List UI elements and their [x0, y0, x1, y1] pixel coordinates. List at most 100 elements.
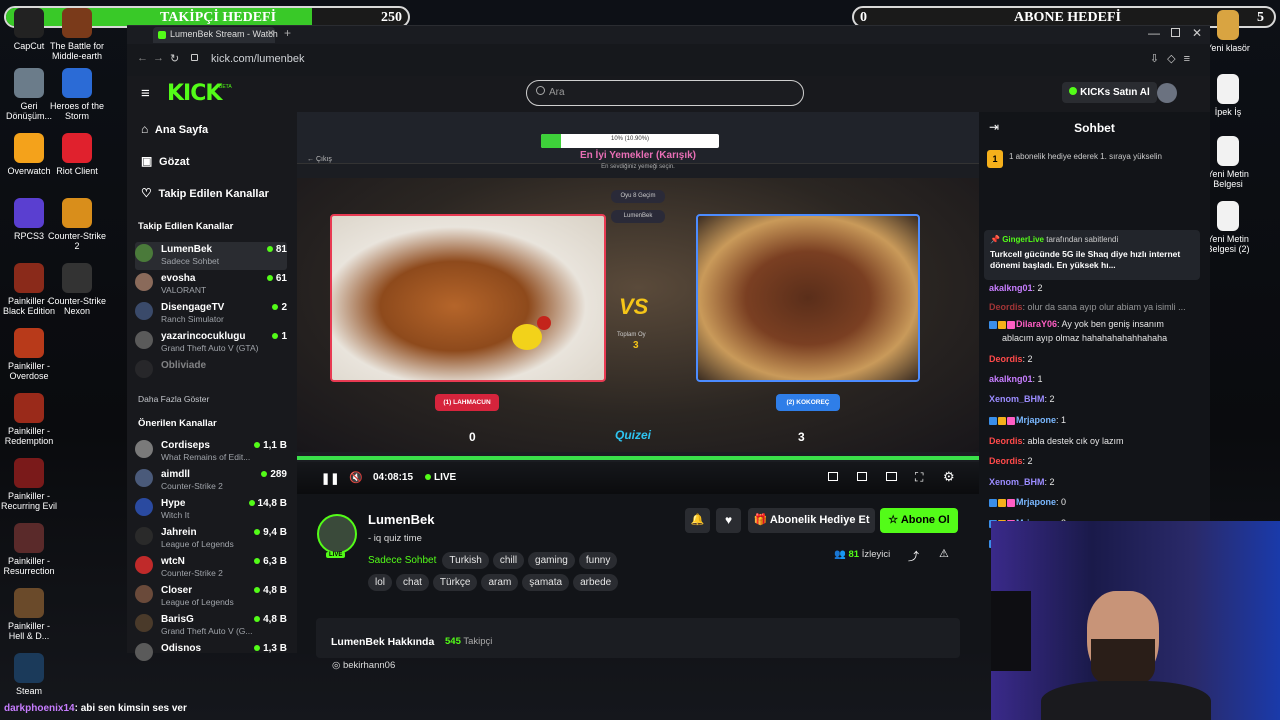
- chat-username[interactable]: akalkng01: [989, 374, 1033, 384]
- pip-icon[interactable]: [828, 472, 838, 481]
- maximize-icon[interactable]: [1171, 28, 1180, 37]
- sidebar-channel[interactable]: wtcN Counter-Strike 2 6,3 B: [135, 554, 287, 582]
- channel-avatar[interactable]: [317, 514, 357, 554]
- tag-chip[interactable]: aram: [481, 574, 519, 591]
- tag-chip[interactable]: Turkish: [442, 552, 489, 569]
- settings-icon[interactable]: ⚙: [943, 469, 955, 485]
- nav-browse[interactable]: ▣ Gözat: [141, 154, 190, 168]
- chat-message[interactable]: DilaraY06: Ay yok ben geniş insanım: [989, 319, 1164, 329]
- option-left-image[interactable]: [330, 214, 606, 382]
- desktop-icon[interactable]: Painkiller - Overdose: [0, 328, 74, 381]
- pinned-message[interactable]: 📌 GingerLive tarafından sabitlendi Turkc…: [984, 230, 1200, 280]
- desktop-icon[interactable]: Riot Client: [32, 133, 122, 176]
- sidebar-channel[interactable]: Jahrein League of Legends 9,4 B: [135, 525, 287, 553]
- new-tab-icon[interactable]: +: [284, 26, 291, 40]
- subscribe-button[interactable]: ☆ Abone Ol: [880, 508, 958, 533]
- desktop-icon[interactable]: Steam: [0, 653, 74, 696]
- chat-username[interactable]: Deordis: [989, 436, 1023, 446]
- seek-bar[interactable]: [297, 456, 979, 460]
- browser-tab[interactable]: LumenBek Stream - Watch: [153, 27, 278, 43]
- tag-chip[interactable]: chill: [492, 552, 525, 569]
- tag-chip[interactable]: şamata: [522, 574, 570, 591]
- chat-message[interactable]: akalkng01: 2: [989, 283, 1043, 293]
- chat-message[interactable]: Xenom_BHM: 2: [989, 394, 1055, 404]
- pause-icon[interactable]: ❚❚: [321, 472, 339, 485]
- tag-chip[interactable]: arbede: [573, 574, 619, 591]
- kicks-buy-button[interactable]: KICKs Satın Al: [1062, 82, 1157, 103]
- chat-message[interactable]: Deordis: 2: [989, 354, 1033, 364]
- chat-message[interactable]: Deordis: 2: [989, 456, 1033, 466]
- sidebar-channel[interactable]: Odisnos 1,3 B: [135, 641, 287, 669]
- chat-message[interactable]: Deordis: olur da sana ayıp olur abiam ya…: [989, 302, 1186, 312]
- nav-home[interactable]: ⌂ Ana Sayfa: [141, 122, 208, 136]
- desktop-icon[interactable]: Counter-Strike 2: [32, 198, 122, 251]
- chat-username[interactable]: DilaraY06: [1016, 319, 1057, 329]
- close-tab-icon[interactable]: ✕: [267, 28, 275, 39]
- chat-message[interactable]: Mrjapone: 0: [989, 497, 1066, 507]
- chat-message[interactable]: Xenom_BHM: 2: [989, 477, 1055, 487]
- desktop-icon[interactable]: The Battle for Middle-earth: [32, 8, 122, 61]
- sidebar-channel[interactable]: evosha VALORANT 61: [135, 271, 287, 299]
- chat-username[interactable]: Mrjapone: [1016, 415, 1056, 425]
- option-right-button[interactable]: (2) KOKOREÇ: [776, 394, 840, 411]
- hamburger-menu-icon[interactable]: ≡: [141, 85, 150, 102]
- mute-icon[interactable]: 🔇: [349, 471, 363, 484]
- desktop-icon[interactable]: Painkiller - Hell & D...: [0, 588, 74, 641]
- theater-icon[interactable]: [886, 472, 897, 481]
- video-player[interactable]: 10% (10.90%) En İyi Yemekler (Karışık) E…: [297, 112, 979, 494]
- reload-icon[interactable]: ↻: [170, 52, 179, 65]
- sidebar-channel[interactable]: Cordiseps What Remains of Edit... 1,1 B: [135, 438, 287, 466]
- sidebar-channel[interactable]: LumenBek Sadece Sohbet 81: [135, 242, 287, 270]
- share-icon[interactable]: ⤴: [908, 548, 919, 564]
- desktop-icon[interactable]: Painkiller - Redemption: [0, 393, 74, 446]
- chat-message[interactable]: ablacım ayıp olmaz hahahahahahhahaha: [1002, 333, 1167, 343]
- chat-username[interactable]: Deordis: [989, 302, 1023, 312]
- chat-message[interactable]: Deordis: abla destek cık oy lazım: [989, 436, 1124, 446]
- desktop-icon[interactable]: Counter-Strike Nexon: [32, 263, 122, 316]
- tag-chip[interactable]: chat: [396, 574, 429, 591]
- chat-username[interactable]: Xenom_BHM: [989, 477, 1045, 487]
- follow-heart-button[interactable]: ♥: [716, 508, 741, 533]
- option-right-image[interactable]: [696, 214, 920, 382]
- sidebar-channel[interactable]: Closer League of Legends 4,8 B: [135, 583, 287, 611]
- tag-chip[interactable]: Türkçe: [432, 574, 478, 591]
- desktop-icon[interactable]: Heroes of the Storm: [32, 68, 122, 121]
- sidebar-channel[interactable]: aimdll Counter-Strike 2 289: [135, 467, 287, 495]
- sidebar-channel[interactable]: DisengageTV Ranch Simulator 2: [135, 300, 287, 328]
- url-text[interactable]: kick.com/lumenbek: [211, 53, 305, 65]
- gift-banner[interactable]: 1 1 abonelik hediye ederek 1. sıraya yük…: [987, 150, 1194, 168]
- option-left-button[interactable]: (1) LAHMACUN: [435, 394, 499, 411]
- sidebar-channel[interactable]: Hype Witch It 14,8 B: [135, 496, 287, 524]
- tag-chip[interactable]: funny: [578, 552, 618, 569]
- sidebar-channel[interactable]: BarisG Grand Theft Auto V (G... 4,8 B: [135, 612, 287, 640]
- search-input[interactable]: Ara: [526, 80, 804, 106]
- nav-following[interactable]: ♡ Takip Edilen Kanallar: [141, 186, 269, 200]
- chat-username[interactable]: Mrjapone: [1016, 497, 1056, 507]
- back-icon[interactable]: ←: [137, 52, 148, 64]
- quiz-exit[interactable]: ← Çıkış: [307, 156, 332, 163]
- fullscreen-icon[interactable]: ⛶: [915, 470, 923, 485]
- browser-menu-icons[interactable]: ⇩◇≡: [1150, 52, 1198, 65]
- report-icon[interactable]: ⚠: [939, 547, 949, 560]
- desktop-icon[interactable]: Painkiller - Recurring Evil: [0, 458, 74, 511]
- minimize-icon[interactable]: —: [1148, 26, 1160, 40]
- instagram-link[interactable]: ◎ bekirhann06: [332, 660, 395, 671]
- sidebar-channel[interactable]: yazarincocuklugu Grand Theft Auto V (GTA)…: [135, 329, 287, 357]
- chat-username[interactable]: akalkng01: [989, 283, 1033, 293]
- category-link[interactable]: Sadece Sohbet: [368, 555, 436, 566]
- show-more-link[interactable]: Daha Fazla Göster: [138, 394, 209, 404]
- chat-message[interactable]: Mrjapone: 1: [989, 415, 1066, 425]
- chat-username[interactable]: Xenom_BHM: [989, 394, 1045, 404]
- desktop-icon[interactable]: Painkiller - Resurrection: [0, 523, 74, 576]
- gift-sub-button[interactable]: 🎁 Abonelik Hediye Et: [748, 508, 875, 533]
- close-window-icon[interactable]: ✕: [1192, 26, 1202, 40]
- kick-logo[interactable]: KICK: [167, 81, 222, 106]
- tag-chip[interactable]: lol: [368, 574, 393, 591]
- sidebar-channel[interactable]: Obliviade: [135, 358, 287, 386]
- forward-icon[interactable]: →: [153, 52, 164, 64]
- chat-username[interactable]: Deordis: [989, 456, 1023, 466]
- user-avatar[interactable]: [1157, 83, 1177, 103]
- chat-username[interactable]: Deordis: [989, 354, 1023, 364]
- tag-chip[interactable]: gaming: [528, 552, 575, 569]
- chat-message[interactable]: akalkng01: 1: [989, 374, 1043, 384]
